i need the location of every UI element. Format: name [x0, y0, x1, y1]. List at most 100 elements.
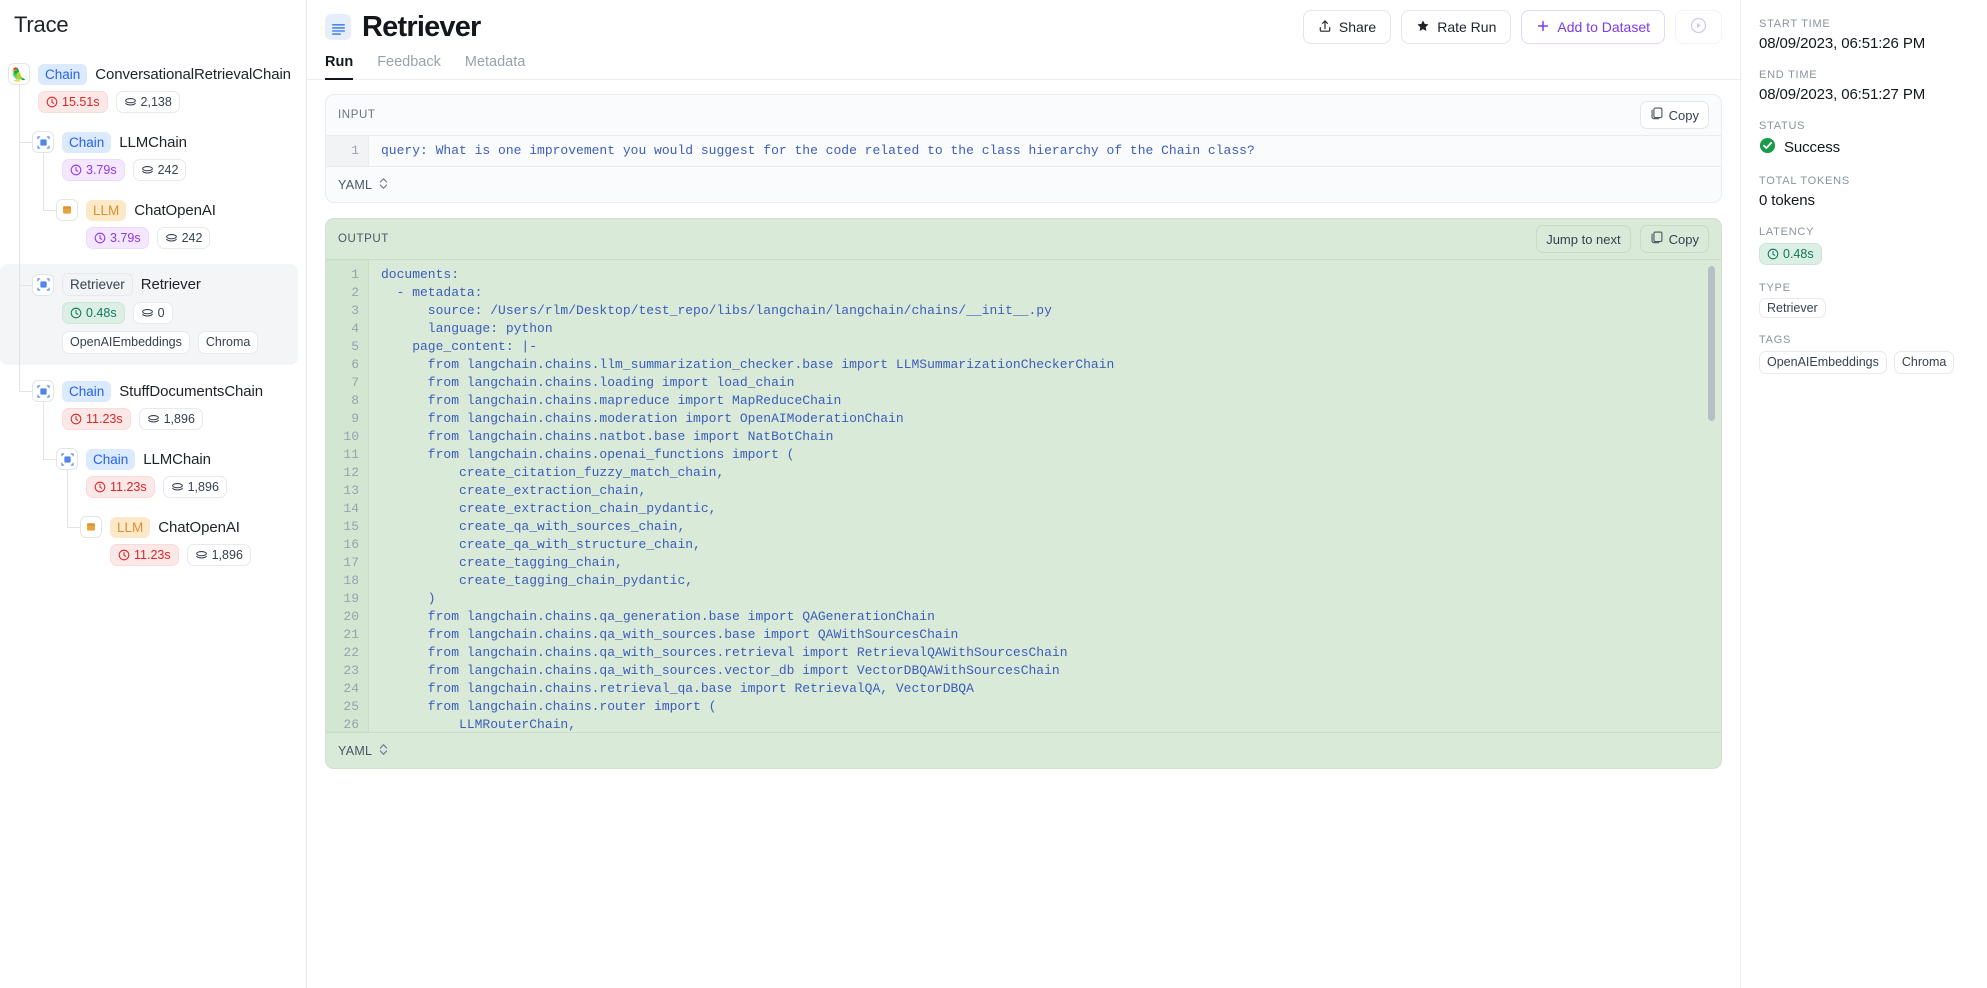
- chevron-updown-icon[interactable]: [379, 177, 388, 193]
- trace-node-conversationalretrievalchain[interactable]: 🦜 Chain ConversationalRetrievalChain 15.…: [8, 60, 306, 116]
- output-code-lines[interactable]: documents: - metadata: source: /Users/rl…: [368, 260, 1721, 732]
- input-panel-label: INPUT: [338, 109, 376, 121]
- input-copy-button[interactable]: Copy: [1639, 101, 1709, 129]
- document-lines-icon: [325, 14, 351, 40]
- button-label: Rate Run: [1437, 19, 1497, 35]
- code-line: query: What is one improvement you would…: [381, 143, 1255, 158]
- code-line: from langchain.chains.loading import loa…: [381, 375, 795, 390]
- end-time-block: END TIME 08/09/2023, 06:51:27 PM: [1759, 69, 1971, 103]
- tab-run[interactable]: Run: [325, 54, 354, 80]
- input-panel-footer: YAML: [326, 166, 1721, 202]
- app-root: Trace 🦜 Chain ConversationalRetrievalCha…: [0, 0, 1987, 988]
- node-name: LLMChain: [119, 133, 187, 151]
- trace-node-retriever[interactable]: Retriever Retriever 0.48s 0 OpenAIEmbedd…: [0, 264, 298, 365]
- end-time-label: END TIME: [1759, 69, 1818, 81]
- detail-tag-chip: OpenAIEmbeddings: [1759, 351, 1887, 374]
- code-line: create_qa_with_sources_chain,: [381, 519, 686, 534]
- code-line: create_qa_with_structure_chain,: [381, 537, 701, 552]
- run-details-panel: START TIME 08/09/2023, 06:51:26 PM END T…: [1740, 0, 1987, 988]
- trace-sidebar: Trace 🦜 Chain ConversationalRetrievalCha…: [0, 0, 307, 988]
- trace-node-llmchain[interactable]: Chain LLMChain 3.79s 242: [32, 128, 306, 184]
- chain-node-icon: [32, 131, 54, 153]
- tree-connector: [43, 210, 56, 211]
- code-line: create_citation_fuzzy_match_chain,: [381, 465, 725, 480]
- total-tokens-value: 0 tokens: [1759, 192, 1815, 209]
- chain-node-icon: [56, 448, 78, 470]
- play-button[interactable]: [1675, 10, 1722, 44]
- trace-node-stuffdocumentschain[interactable]: Chain StuffDocumentsChain 11.23s 1,896: [32, 377, 306, 433]
- tab-metadata[interactable]: Metadata: [465, 54, 525, 79]
- tree-connector: [67, 527, 80, 528]
- type-block: TYPE Retriever: [1759, 282, 1971, 318]
- run-header: Retriever Share Rate Run Add to Dataset Ru…: [307, 0, 1740, 80]
- node-latency-pill: 0.48s: [62, 302, 125, 324]
- output-vertical-scrollbar[interactable]: [1708, 266, 1715, 421]
- node-type-tag: LLM: [86, 199, 127, 221]
- trace-node-chatopenai[interactable]: LLM ChatOpenAI 11.23s 1,896: [80, 513, 306, 569]
- add-to-dataset-button[interactable]: Add to Dataset: [1521, 10, 1665, 44]
- latency-label: LATENCY: [1759, 226, 1815, 238]
- trace-node-chatopenai[interactable]: LLM ChatOpenAI 3.79s 242: [56, 196, 306, 252]
- line-number: 10: [343, 429, 359, 444]
- chain-node-icon: [32, 273, 54, 296]
- node-token-pill: 2,138: [115, 91, 180, 113]
- node-type-tag: Chain: [38, 63, 88, 85]
- input-code-lines[interactable]: query: What is one improvement you would…: [368, 136, 1721, 166]
- jump-to-next-button[interactable]: Jump to next: [1536, 225, 1631, 253]
- total-tokens-block: TOTAL TOKENS 0 tokens: [1759, 175, 1971, 209]
- tree-connector: [43, 459, 56, 460]
- code-line: source: /Users/rlm/Desktop/test_repo/lib…: [381, 303, 1052, 318]
- line-number: 8: [351, 393, 359, 408]
- node-tag-chip: Chroma: [197, 331, 259, 354]
- start-time-value: 08/09/2023, 06:51:26 PM: [1759, 35, 1926, 52]
- node-token-pill: 242: [156, 227, 211, 249]
- tags-label: TAGS: [1759, 334, 1792, 346]
- trace-node-llmchain[interactable]: Chain LLMChain 11.23s 1,896: [56, 445, 306, 501]
- latency-block: LATENCY 0.48s: [1759, 226, 1971, 265]
- share-button[interactable]: Share: [1302, 10, 1392, 44]
- chain-node-icon: [32, 380, 54, 402]
- tab-feedback[interactable]: Feedback: [377, 54, 441, 79]
- rate-run-button[interactable]: Rate Run: [1401, 10, 1512, 44]
- type-label: TYPE: [1759, 282, 1791, 294]
- node-token-pill: 1,896: [186, 544, 251, 566]
- chevron-updown-icon[interactable]: [379, 743, 388, 759]
- main-area: Retriever Share Rate Run Add to Dataset Ru…: [307, 0, 1987, 988]
- llm-node-icon: [80, 516, 102, 538]
- detail-tag-chip: Chroma: [1893, 351, 1955, 374]
- node-token-value: 1,896: [187, 480, 219, 494]
- line-number: 26: [343, 717, 359, 732]
- output-copy-label: Copy: [1668, 231, 1699, 247]
- end-time-value: 08/09/2023, 06:51:27 PM: [1759, 86, 1926, 103]
- line-number: 5: [351, 339, 359, 354]
- tree-connector: [19, 284, 32, 286]
- run-detail-column: Retriever Share Rate Run Add to Dataset Ru…: [307, 0, 1740, 988]
- code-line: from langchain.chains.llm_summarization_…: [381, 357, 1115, 372]
- line-number: 1: [351, 143, 359, 158]
- line-number: 18: [343, 573, 359, 588]
- line-number: 20: [343, 609, 359, 624]
- output-line-numbers: 1 2 3 4 5 6 7 8 9 10 11 12 13 14 15 16 17 18 19 20 21 22 23 24 2…: [326, 260, 368, 732]
- output-copy-button[interactable]: Copy: [1639, 225, 1709, 253]
- node-latency-value: 3.79s: [86, 163, 117, 177]
- line-number: 4: [351, 321, 359, 336]
- node-token-value: 1,896: [211, 548, 243, 562]
- trace-tree: 🦜 Chain ConversationalRetrievalChain 15.…: [0, 60, 306, 569]
- node-token-pill: 1,896: [138, 408, 203, 430]
- node-token-pill: 242: [132, 159, 187, 181]
- node-latency-value: 11.23s: [110, 480, 147, 494]
- code-line: from langchain.chains.natbot.base import…: [381, 429, 834, 444]
- line-number: 23: [343, 663, 359, 678]
- node-latency-pill: 3.79s: [86, 227, 149, 249]
- node-latency-value: 3.79s: [110, 231, 141, 245]
- latency-value: 0.48s: [1783, 247, 1814, 261]
- line-number: 9: [351, 411, 359, 426]
- line-number: 3: [351, 303, 359, 318]
- node-latency-value: 15.51s: [62, 95, 100, 109]
- node-latency-pill: 15.51s: [38, 91, 108, 113]
- node-name: StuffDocumentsChain: [119, 382, 264, 400]
- share-icon: [1318, 19, 1332, 36]
- line-number: 16: [343, 537, 359, 552]
- node-name: LLMChain: [143, 450, 211, 468]
- line-number: 13: [343, 483, 359, 498]
